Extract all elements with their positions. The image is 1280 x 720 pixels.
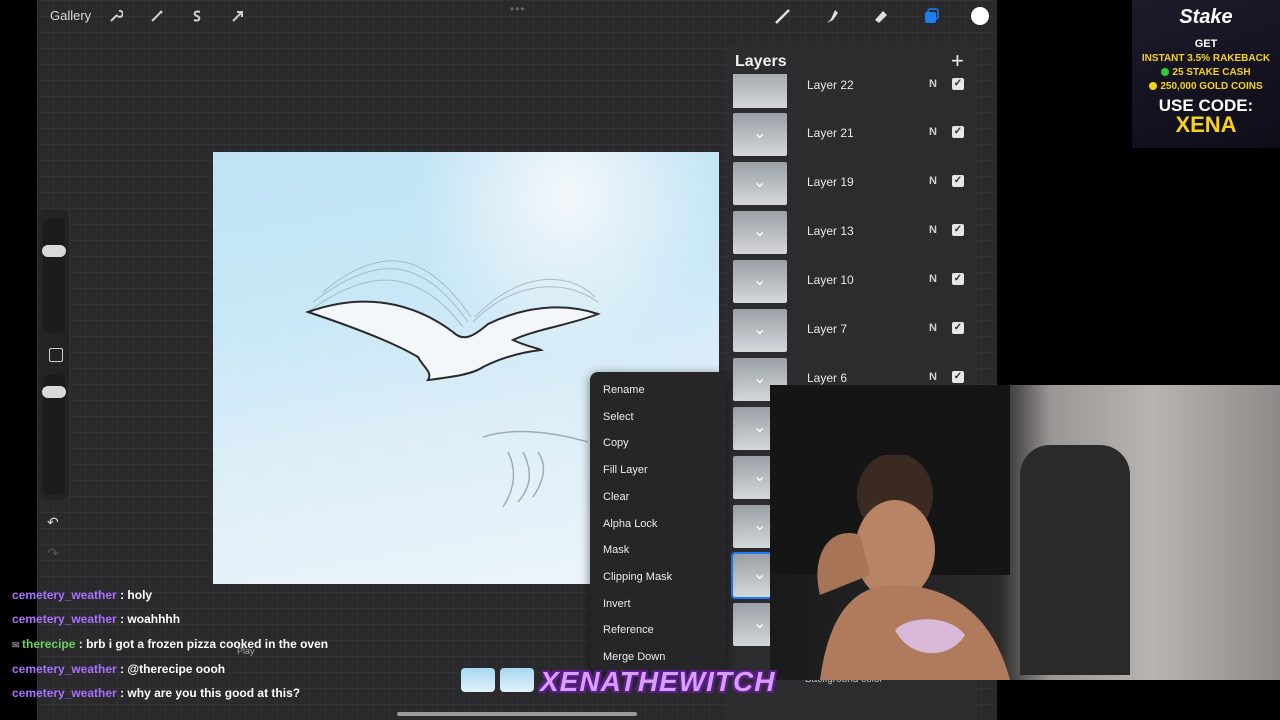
chat-message: cemetery_weather : why are you this good… [12,686,301,700]
chat-text: woahhhh [127,612,181,626]
visibility-checkbox[interactable]: ✓ [952,126,964,138]
chat-text: brb i got a frozen pizza cooked in the o… [86,637,329,651]
ad-get: GET [1194,38,1218,50]
layer-thumbnail: ⌄ [733,211,787,254]
opacity-knob[interactable] [42,386,66,398]
visibility-checkbox[interactable]: ✓ [952,322,964,334]
chat-badge-icon: ✉ [12,640,23,650]
brush-icon[interactable] [773,6,793,26]
transform-arrow-icon[interactable] [228,6,248,26]
chat-text: why are you this good at this? [127,686,301,700]
menu-item-copy[interactable]: Copy [603,437,629,449]
channel-watermark: XENATHEWITCH [540,666,776,697]
blend-mode-button[interactable]: N [929,175,937,187]
layer-row[interactable]: ⌄ Layer 7 N ✓ [727,306,977,355]
blend-mode-button[interactable]: N [929,273,937,285]
menu-item-mask[interactable]: Mask [603,544,629,556]
selection-s-icon[interactable] [187,6,207,26]
blend-mode-button[interactable]: N [929,78,937,90]
layer-row[interactable]: Layer 22 N ✓ [727,74,977,108]
menu-item-merge-down[interactable]: Merge Down [603,651,665,663]
streamer-figure [817,455,1010,680]
top-toolbar: Gallery ••• [37,0,997,32]
brush-preview-thumb[interactable] [500,668,534,692]
chat-username: therecipe [22,637,76,651]
layers-title: Layers [735,53,787,70]
visibility-checkbox[interactable]: ✓ [952,78,964,90]
ad-brand: Stake [1179,6,1233,28]
chat-message: ✉ therecipe : brb i got a frozen pizza c… [12,637,329,651]
drag-handle-icon[interactable]: ••• [510,2,526,16]
layer-thumbnail [733,74,787,108]
blend-mode-button[interactable]: N [929,322,937,334]
layer-thumbnail: ⌄ [733,309,787,352]
visibility-checkbox[interactable]: ✓ [952,224,964,236]
visibility-checkbox[interactable]: ✓ [952,273,964,285]
layer-name: Layer 21 [807,126,854,140]
ad-code-value: XENA [1175,112,1237,137]
menu-item-alpha-lock[interactable]: Alpha Lock [603,518,657,530]
layer-thumbnail: ⌄ [733,113,787,156]
layers-icon[interactable] [921,6,941,26]
blend-mode-button[interactable]: N [929,224,937,236]
left-sidebar [39,210,69,500]
chat-text: holy [127,588,153,602]
layer-row[interactable]: ⌄ Layer 13 N ✓ [727,208,977,257]
layer-name: Layer 13 [807,224,854,238]
chat-username: cemetery_weather [12,588,117,602]
layer-row[interactable]: ⌄ Layer 10 N ✓ [727,257,977,306]
chat-message: cemetery_weather : @therecipe oooh [12,662,226,676]
menu-item-clipping-mask[interactable]: Clipping Mask [603,571,672,583]
webcam-overlay [770,385,1280,680]
brush-size-knob[interactable] [42,245,66,257]
menu-item-invert[interactable]: Invert [603,598,631,610]
sponsor-ad[interactable]: Stake GET INSTANT 3.5% RAKEBACK 25 STAKE… [1132,0,1280,148]
visibility-checkbox[interactable]: ✓ [952,371,964,383]
ad-line-cash: 25 STAKE CASH [1172,67,1251,78]
layer-name: Layer 22 [807,78,854,92]
layer-name: Layer 10 [807,273,854,287]
menu-item-select[interactable]: Select [603,411,634,423]
chat-message: cemetery_weather : woahhhh [12,612,181,626]
menu-item-fill-layer[interactable]: Fill Layer [603,464,648,476]
layer-name: Layer 6 [807,371,848,385]
color-icon[interactable] [970,6,990,26]
brush-preview-thumb[interactable] [461,668,495,692]
eyedropper-square-button[interactable] [49,348,63,362]
menu-item-clear[interactable]: Clear [603,491,629,503]
redo-icon[interactable]: ↷ [47,545,59,562]
play-label: Play [237,646,255,656]
menu-item-reference[interactable]: Reference [603,624,654,636]
chat-username: cemetery_weather [12,662,117,676]
home-indicator[interactable] [397,712,637,716]
chat-username: cemetery_weather [12,612,117,626]
wrench-icon[interactable] [106,6,126,26]
layer-thumbnail: ⌄ [733,260,787,303]
layer-name: Layer 7 [807,322,848,336]
brush-size-slider[interactable] [43,218,65,333]
smudge-icon[interactable] [822,6,842,26]
chat-text: @therecipe oooh [127,662,226,676]
blend-mode-button[interactable]: N [929,371,937,383]
magic-wand-icon[interactable] [147,6,167,26]
undo-icon[interactable]: ↶ [47,514,59,531]
ad-line-rakeback: INSTANT 3.5% RAKEBACK [1141,53,1271,64]
layer-row[interactable]: ⌄ Layer 21 N ✓ [727,110,977,159]
eraser-icon[interactable] [871,6,891,26]
ad-line-coins: 250,000 GOLD COINS [1160,81,1263,92]
add-layer-button[interactable]: + [951,48,964,74]
chat-username: cemetery_weather [12,686,117,700]
visibility-checkbox[interactable]: ✓ [952,175,964,187]
layer-name: Layer 19 [807,175,854,189]
gallery-button[interactable]: Gallery [50,8,91,23]
menu-item-rename[interactable]: Rename [603,384,645,396]
chat-message: cemetery_weather : holy [12,588,153,602]
layer-thumbnail: ⌄ [733,162,787,205]
layer-row[interactable]: ⌄ Layer 19 N ✓ [727,159,977,208]
blend-mode-button[interactable]: N [929,126,937,138]
layer-options-menu: Rename Select Copy Fill Layer Clear Alph… [590,372,726,672]
cash-icon [1161,68,1170,77]
coin-icon [1149,82,1158,91]
